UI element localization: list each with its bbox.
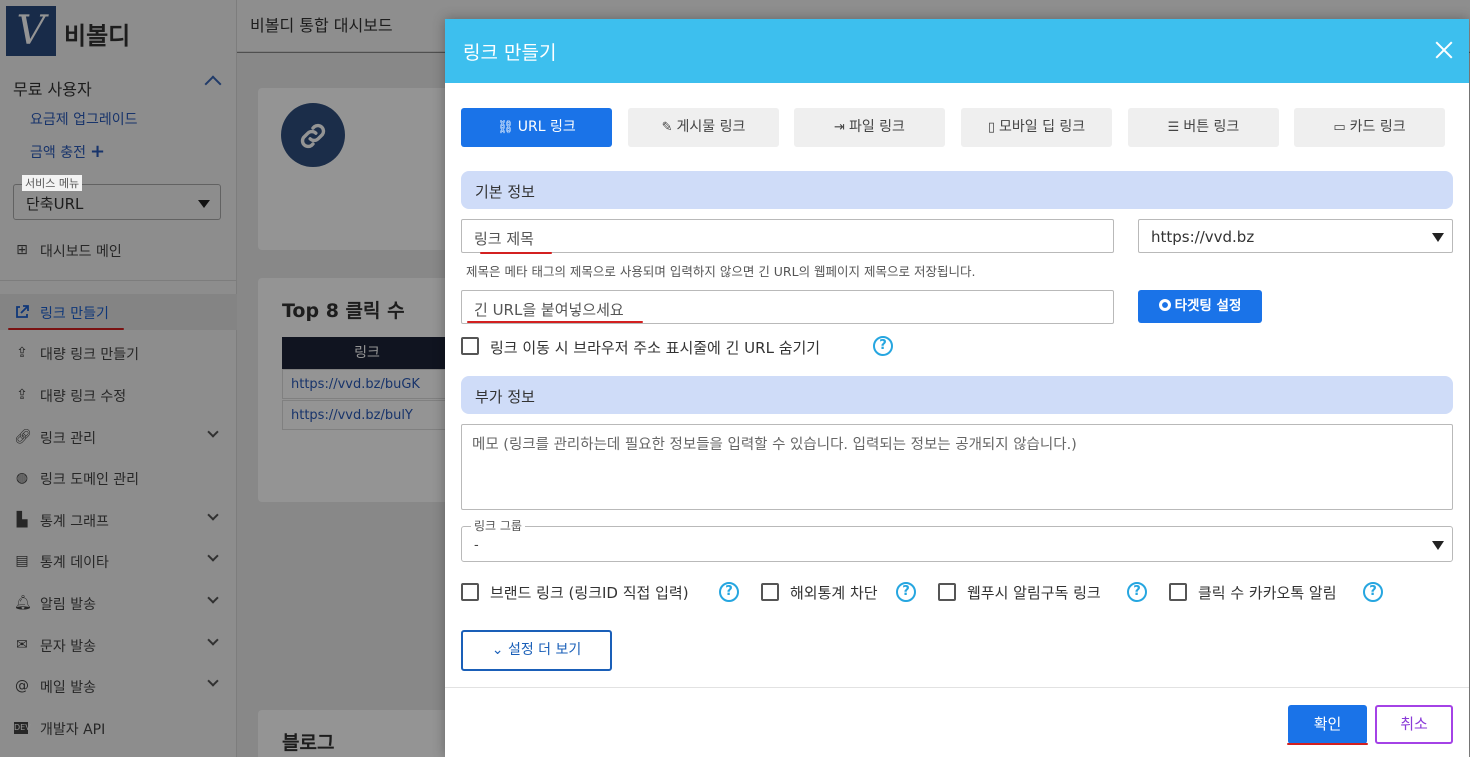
confirm-button[interactable]: 확인 <box>1288 705 1367 744</box>
modal-header: 링크 만들기 <box>445 19 1469 83</box>
section-extra-info: 부가 정보 <box>461 376 1453 414</box>
link-icon: ⛓︎ <box>497 120 514 135</box>
memo-textarea[interactable]: 메모 (링크를 관리하는데 필요한 정보들을 입력할 수 있습니다. 입력되는 … <box>461 424 1453 510</box>
link-group-value: - <box>474 538 479 553</box>
hide-url-checkbox[interactable] <box>461 337 479 355</box>
webpush-link-label[interactable]: 웹푸시 알림구독 링크 <box>967 582 1101 603</box>
help-icon[interactable]: ? <box>719 582 739 602</box>
target-icon <box>1158 299 1171 311</box>
brand-link-label[interactable]: 브랜드 링크 (링크ID 직접 입력) <box>490 582 689 603</box>
tab-url-link[interactable]: ⛓︎ URL 링크 <box>461 108 612 147</box>
tab-label: 카드 링크 <box>1349 119 1406 135</box>
kakao-alert-label[interactable]: 클릭 수 카카오톡 알림 <box>1198 582 1337 603</box>
tab-label: 게시물 링크 <box>676 119 746 135</box>
cancel-button[interactable]: 취소 <box>1375 705 1453 744</box>
targeting-label: 타겟팅 설정 <box>1174 298 1242 314</box>
annotation-underline <box>1287 743 1368 745</box>
annotation-underline <box>467 321 643 323</box>
tab-card-link[interactable]: ▭ 카드 링크 <box>1294 108 1445 147</box>
modal-title: 링크 만들기 <box>463 42 557 64</box>
tab-label: 버튼 링크 <box>1183 119 1240 135</box>
title-helper-text: 제목은 메타 태그의 제목으로 사용되며 입력하지 않으면 긴 URL의 웹페이… <box>466 264 976 279</box>
tab-file-link[interactable]: ⇥ 파일 링크 <box>794 108 945 147</box>
more-settings-label: 설정 더 보기 <box>507 642 582 658</box>
modal-footer-divider <box>445 687 1469 688</box>
help-icon[interactable]: ? <box>1127 582 1147 602</box>
tab-label: 파일 링크 <box>848 119 905 135</box>
targeting-settings-button[interactable]: 타겟팅 설정 <box>1138 290 1262 323</box>
service-menu-label: 서비스 메뉴 <box>22 175 83 191</box>
tab-label: 모바일 딥 링크 <box>998 119 1086 135</box>
button-icon: ☰ <box>1167 120 1180 135</box>
long-url-input[interactable]: 긴 URL을 붙여넣으세요 <box>461 290 1114 324</box>
webpush-link-checkbox[interactable] <box>938 583 956 601</box>
more-settings-button[interactable]: ⌄ 설정 더 보기 <box>461 630 612 671</box>
edit-icon: ✎ <box>661 120 673 135</box>
brand-link-checkbox[interactable] <box>461 583 479 601</box>
tab-mobile-deep-link[interactable]: ▯ 모바일 딥 링크 <box>961 108 1112 147</box>
domain-select[interactable]: https://vvd.bz <box>1138 219 1453 253</box>
block-overseas-stats-checkbox[interactable] <box>761 583 779 601</box>
link-group-select[interactable]: - <box>461 526 1453 562</box>
create-link-modal: 링크 만들기 ⛓︎ URL 링크 ✎ 게시물 링크 ⇥ 파일 링크 ▯ 모바일 딥 링크… <box>445 19 1469 757</box>
tab-post-link[interactable]: ✎ 게시물 링크 <box>628 108 779 147</box>
link-group-label: 링크 그룹 <box>471 517 525 534</box>
card-icon: ▭ <box>1333 120 1346 135</box>
double-chevron-down-icon: ⌄ <box>491 642 504 658</box>
tab-label: URL 링크 <box>517 119 576 135</box>
help-icon[interactable]: ? <box>1363 582 1383 602</box>
dropdown-arrow-icon <box>1432 233 1444 242</box>
annotation-underline <box>480 252 552 254</box>
kakao-alert-checkbox[interactable] <box>1169 583 1187 601</box>
file-icon: ⇥ <box>834 120 845 135</box>
section-basic-info: 기본 정보 <box>461 171 1453 209</box>
link-title-input[interactable]: 링크 제목 <box>461 219 1114 253</box>
close-icon[interactable] <box>1433 39 1455 61</box>
dropdown-arrow-icon <box>1432 541 1444 550</box>
tab-button-link[interactable]: ☰ 버튼 링크 <box>1128 108 1279 147</box>
hide-url-label[interactable]: 링크 이동 시 브라우저 주소 표시줄에 긴 URL 숨기기 <box>490 337 820 358</box>
help-icon[interactable]: ? <box>896 582 916 602</box>
mobile-icon: ▯ <box>987 120 995 135</box>
domain-value: https://vvd.bz <box>1151 228 1255 246</box>
block-overseas-stats-label[interactable]: 해외통계 차단 <box>790 582 878 603</box>
help-icon[interactable]: ? <box>873 336 893 356</box>
